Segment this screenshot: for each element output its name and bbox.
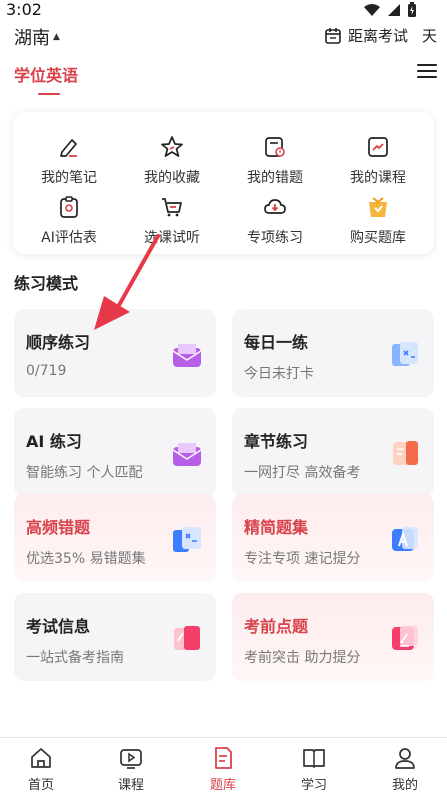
- purple-envelope-icon: [172, 344, 202, 367]
- subject-underline: [38, 93, 60, 95]
- mode-subtitle: 一网打尽 高效备考: [244, 465, 361, 481]
- quick-item-label: 购买题库: [350, 230, 406, 246]
- pink-card-icon: [174, 626, 200, 650]
- course-chart-icon: [365, 134, 391, 160]
- quick-item-special[interactable]: 专项练习: [225, 194, 325, 247]
- user-icon: [375, 746, 435, 770]
- mode-title: 顺序练习: [26, 333, 91, 352]
- shopping-bag-icon: [365, 194, 391, 220]
- tab-label: 题库: [209, 778, 236, 793]
- bottom-tab-bar: 首页 课程 题库 学习 我的: [0, 737, 447, 795]
- mode-card-ai[interactable]: AI 练习 智能练习 个人匹配: [14, 408, 216, 496]
- blue-calendar-icon: [392, 342, 418, 366]
- mode-subtitle: 智能练习 个人匹配: [26, 465, 143, 481]
- tab-label: 学习: [300, 778, 327, 793]
- exam-countdown[interactable]: 距离考试 天: [324, 25, 437, 46]
- quick-item-favorites[interactable]: 我的收藏: [122, 134, 222, 187]
- mode-card-sequential[interactable]: 顺序练习 0/719: [14, 309, 216, 397]
- quick-item-trial[interactable]: 选课试听: [122, 194, 222, 247]
- mode-subtitle: 0/719: [26, 363, 67, 379]
- blue-quiz-icon: [173, 527, 201, 552]
- star-icon: [159, 134, 185, 160]
- province-label: 湖南: [14, 28, 50, 49]
- quick-item-label: AI评估表: [41, 230, 97, 246]
- battery-icon: [408, 2, 416, 17]
- mode-card-condensed[interactable]: 精简题集 专注专项 速记提分: [232, 494, 434, 582]
- quick-item-courses[interactable]: 我的课程: [328, 134, 428, 187]
- mode-title: AI 练习: [26, 432, 82, 451]
- mode-card-frequent-wrong[interactable]: 高频错题 优选35% 易错题集: [14, 494, 216, 582]
- subject-tab[interactable]: 学位英语: [14, 62, 78, 86]
- caret-down-icon: ▲: [53, 32, 60, 42]
- section-title: 练习模式: [14, 274, 79, 293]
- mode-title: 考试信息: [26, 617, 91, 636]
- mode-card-exam-info[interactable]: 考试信息 一站式备考指南: [14, 593, 216, 681]
- cart-icon: [159, 194, 185, 220]
- question-bank-icon: [193, 746, 253, 770]
- wifi-icon: [364, 4, 380, 16]
- tab-study[interactable]: 学习: [284, 746, 344, 793]
- ai-assessment-icon: [56, 194, 82, 220]
- pen-note-icon: [56, 134, 82, 160]
- purple-envelope-icon: [172, 443, 202, 466]
- quick-access-card: 我的笔记 我的收藏 我的错题 我的课程 AI评估表 选课试听 专项练习 购买题库: [13, 112, 434, 254]
- header: 湖南 ▲ 距离考试 天: [0, 22, 447, 52]
- mode-title: 考前点题: [244, 617, 309, 636]
- mode-title: 每日一练: [244, 333, 309, 352]
- mode-title: 章节练习: [244, 432, 309, 451]
- pink-edit-icon: [392, 626, 418, 650]
- calendar-icon: [325, 27, 341, 44]
- tab-home[interactable]: 首页: [11, 746, 71, 793]
- mode-card-daily[interactable]: 每日一练 今日未打卡: [232, 309, 434, 397]
- tab-label: 首页: [27, 778, 54, 793]
- quick-item-label: 我的错题: [247, 170, 303, 186]
- quick-item-buy-bank[interactable]: 购买题库: [328, 194, 428, 247]
- status-bar: 3:02: [0, 0, 447, 20]
- mode-title: 高频错题: [26, 518, 91, 537]
- quick-item-label: 专项练习: [247, 230, 303, 246]
- status-time: 3:02: [6, 0, 42, 19]
- orange-book-icon: [393, 441, 418, 465]
- province-selector[interactable]: 湖南 ▲: [14, 24, 60, 50]
- mode-title: 精简题集: [244, 518, 309, 537]
- menu-button[interactable]: [417, 60, 439, 82]
- mode-subtitle: 专注专项 速记提分: [244, 551, 361, 567]
- subject-row: 学位英语: [0, 58, 447, 98]
- book-icon: [284, 746, 344, 770]
- tab-label: 我的: [391, 778, 418, 793]
- mode-subtitle: 考前突击 助力提分: [244, 650, 361, 666]
- home-icon: [11, 746, 71, 770]
- mode-card-chapter[interactable]: 章节练习 一网打尽 高效备考: [232, 408, 434, 496]
- cloud-download-icon: [262, 194, 288, 220]
- tab-question-bank[interactable]: 题库: [193, 746, 253, 793]
- video-icon: [101, 746, 161, 770]
- mode-subtitle: 一站式备考指南: [26, 650, 124, 666]
- mode-card-pre-exam[interactable]: 考前点题 考前突击 助力提分: [232, 593, 434, 681]
- quick-item-label: 选课试听: [144, 230, 200, 246]
- quick-item-wrong[interactable]: 我的错题: [225, 134, 325, 187]
- countdown-unit: 天: [421, 27, 437, 45]
- tab-label: 课程: [117, 778, 144, 793]
- mode-subtitle: 优选35% 易错题集: [26, 551, 146, 567]
- countdown-label: 距离考试: [347, 27, 408, 45]
- quick-item-label: 我的笔记: [41, 170, 97, 186]
- mode-subtitle: 今日未打卡: [244, 366, 314, 382]
- tab-mine[interactable]: 我的: [375, 746, 435, 793]
- quick-item-ai-assessment[interactable]: AI评估表: [19, 194, 119, 247]
- signal-icon: [388, 4, 400, 16]
- tab-courses[interactable]: 课程: [101, 746, 161, 793]
- blue-a-icon: [392, 527, 418, 551]
- wrong-questions-icon: [262, 134, 288, 160]
- quick-item-notes[interactable]: 我的笔记: [19, 134, 119, 187]
- quick-item-label: 我的收藏: [144, 170, 200, 186]
- quick-item-label: 我的课程: [350, 170, 406, 186]
- status-icons: [363, 2, 417, 18]
